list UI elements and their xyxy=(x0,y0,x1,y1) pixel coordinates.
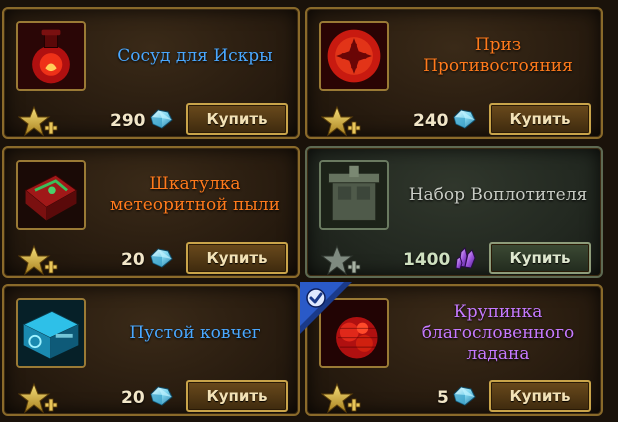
crystal-icon xyxy=(148,107,174,131)
prize-icon[interactable] xyxy=(319,21,389,91)
shop-item-spark-vessel: Сосуд для Искры 290 Купить xyxy=(2,7,300,139)
item-name: Набор Воплотителя xyxy=(408,184,588,205)
shop-grid: Сосуд для Искры 290 Купить Приз Противос… xyxy=(0,0,618,422)
buy-button[interactable]: Купить xyxy=(489,103,591,135)
item-price: 20 xyxy=(121,388,145,408)
meteor-dust-box-icon[interactable] xyxy=(16,160,86,230)
star-plus-icon[interactable] xyxy=(321,105,361,139)
item-price: 1400 xyxy=(403,250,451,270)
shop-item-prize: Приз Противостояния 240 Купить xyxy=(305,7,603,139)
star-plus-icon[interactable] xyxy=(321,244,361,278)
shop-item-empty-ark: Пустой ковчег 20 Купить xyxy=(2,284,300,416)
item-price: 240 xyxy=(413,111,449,131)
item-name: Пустой ковчег xyxy=(129,322,261,343)
empty-ark-icon[interactable] xyxy=(16,298,86,368)
crystal-icon xyxy=(148,246,174,270)
item-name: Приз Противостояния xyxy=(423,35,573,76)
item-price: 290 xyxy=(110,111,146,131)
crystal-icon xyxy=(451,107,477,131)
checkmark-badge-icon xyxy=(300,282,352,334)
shop-item-embodier-set: Набор Воплотителя 1400 Купить xyxy=(305,146,603,278)
star-plus-icon[interactable] xyxy=(18,382,58,416)
star-plus-icon[interactable] xyxy=(18,105,58,139)
item-name: Шкатулка метеоритной пыли xyxy=(110,174,280,215)
embodier-set-icon[interactable] xyxy=(319,160,389,230)
crystal-icon xyxy=(451,384,477,408)
spark-vessel-icon[interactable] xyxy=(16,21,86,91)
item-price: 20 xyxy=(121,250,145,270)
purple-crystal-icon xyxy=(453,246,479,270)
buy-button[interactable]: Купить xyxy=(186,380,288,412)
buy-button[interactable]: Купить xyxy=(489,380,591,412)
buy-button[interactable]: Купить xyxy=(186,242,288,274)
star-plus-icon[interactable] xyxy=(18,244,58,278)
item-name: Сосуд для Искры xyxy=(117,45,273,66)
buy-button[interactable]: Купить xyxy=(489,242,591,274)
buy-button[interactable]: Купить xyxy=(186,103,288,135)
item-price: 5 xyxy=(437,388,449,408)
item-name: Крупинка благословенного ладана xyxy=(421,301,575,364)
crystal-icon xyxy=(148,384,174,408)
star-plus-icon[interactable] xyxy=(321,382,361,416)
shop-item-meteor-dust-box: Шкатулка метеоритной пыли 20 Купить xyxy=(2,146,300,278)
